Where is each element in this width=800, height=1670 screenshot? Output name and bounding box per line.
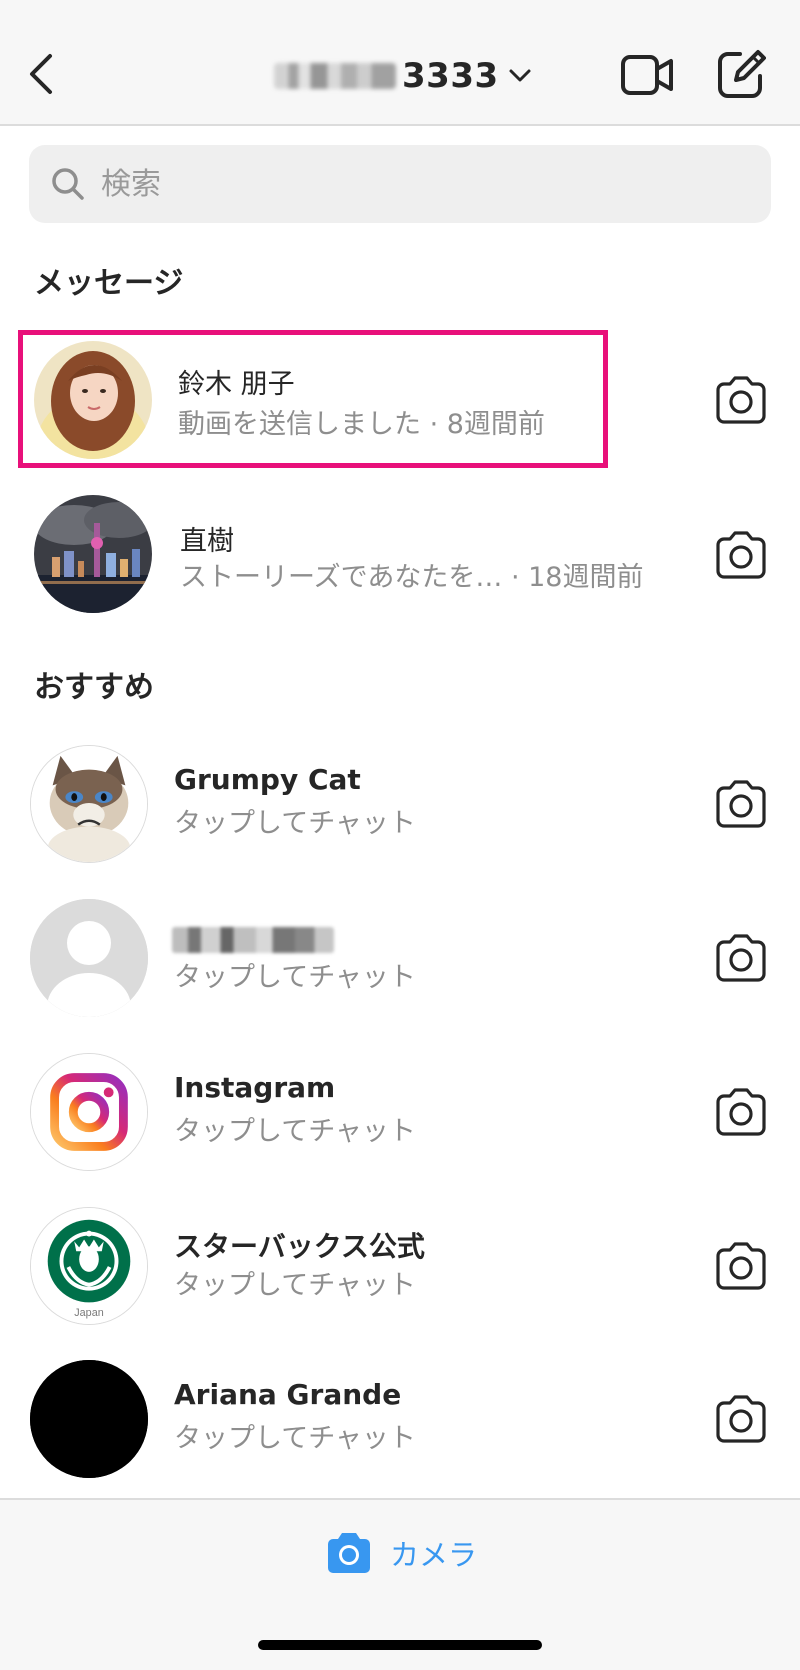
camera-button[interactable] xyxy=(714,1395,768,1443)
avatar xyxy=(30,1053,148,1171)
account-name: Grumpy Cat xyxy=(174,763,361,796)
camera-button[interactable] xyxy=(714,531,768,579)
message-preview: 動画を送信しました · 8週間前 xyxy=(178,409,545,440)
camera-icon xyxy=(716,1088,766,1136)
camera-button[interactable] xyxy=(714,1088,768,1136)
account-name: 3333 xyxy=(402,56,499,96)
camera-button[interactable] xyxy=(714,934,768,982)
camera-icon xyxy=(716,376,766,424)
avatar: Japan xyxy=(30,1207,148,1325)
contact-name: 直樹 xyxy=(180,526,234,557)
camera-icon xyxy=(716,1242,766,1290)
avatar xyxy=(30,1360,148,1478)
conversation-row[interactable]: 鈴木 朋子 動画を送信しました · 8週間前 xyxy=(0,336,800,464)
compose-icon xyxy=(718,50,766,98)
video-call-button[interactable] xyxy=(620,52,674,98)
camera-button[interactable] xyxy=(714,780,768,828)
back-button[interactable] xyxy=(26,48,60,100)
account-name: Instagram xyxy=(174,1071,336,1104)
home-indicator[interactable] xyxy=(258,1640,542,1650)
section-title-messages: メッセージ xyxy=(34,266,184,301)
avatar xyxy=(30,899,148,1017)
row-subtitle: タップしてチャット xyxy=(174,1270,416,1301)
message-preview: ストーリーズであなたを… · 18週間前 xyxy=(180,562,644,593)
suggested-row[interactable]: Japan スターバックス公式 タップしてチャット xyxy=(0,1205,800,1333)
account-name-blurred xyxy=(274,63,396,89)
conversation-row[interactable]: 直樹 ストーリーズであなたを… · 18週間前 xyxy=(0,491,800,619)
account-switcher[interactable]: 3333 xyxy=(274,54,533,98)
chevron-left-icon xyxy=(30,54,52,94)
camera-icon xyxy=(328,1533,370,1573)
row-subtitle: タップしてチャット xyxy=(174,962,416,993)
row-subtitle: タップしてチャット xyxy=(174,808,416,839)
account-name: Ariana Grande xyxy=(174,1378,402,1411)
suggested-row[interactable]: Grumpy Cat タップしてチャット xyxy=(0,743,800,871)
avatar xyxy=(34,495,152,613)
camera-tab-button[interactable]: カメラ xyxy=(326,1528,477,1578)
camera-icon xyxy=(716,934,766,982)
camera-label: カメラ xyxy=(390,1538,478,1572)
suggested-row[interactable]: タップしてチャット xyxy=(0,897,800,1025)
camera-icon xyxy=(716,780,766,828)
section-title-suggested: おすすめ xyxy=(34,670,154,705)
contact-name: 鈴木 朋子 xyxy=(178,369,295,400)
camera-button[interactable] xyxy=(714,376,768,424)
video-camera-icon xyxy=(621,55,673,95)
search-icon xyxy=(52,168,84,200)
starbucks-japan-label: Japan xyxy=(74,1307,103,1319)
search-bar[interactable] xyxy=(29,145,771,223)
avatar xyxy=(34,341,152,459)
camera-icon xyxy=(716,531,766,579)
suggested-row[interactable]: Ariana Grande タップしてチャット xyxy=(0,1358,800,1486)
chevron-down-icon xyxy=(509,69,531,82)
camera-icon xyxy=(716,1395,766,1443)
camera-button[interactable] xyxy=(714,1242,768,1290)
row-subtitle: タップしてチャット xyxy=(174,1423,416,1454)
search-input[interactable] xyxy=(99,165,703,203)
bottom-bar: カメラ xyxy=(0,1498,800,1670)
new-message-button[interactable] xyxy=(716,48,766,100)
top-bar: 3333 xyxy=(0,0,800,126)
avatar xyxy=(30,745,148,863)
row-subtitle: タップしてチャット xyxy=(174,1116,416,1147)
account-name-blurred xyxy=(172,927,334,953)
account-name: スターバックス公式 xyxy=(174,1230,425,1263)
suggested-row[interactable]: Instagram タップしてチャット xyxy=(0,1051,800,1179)
